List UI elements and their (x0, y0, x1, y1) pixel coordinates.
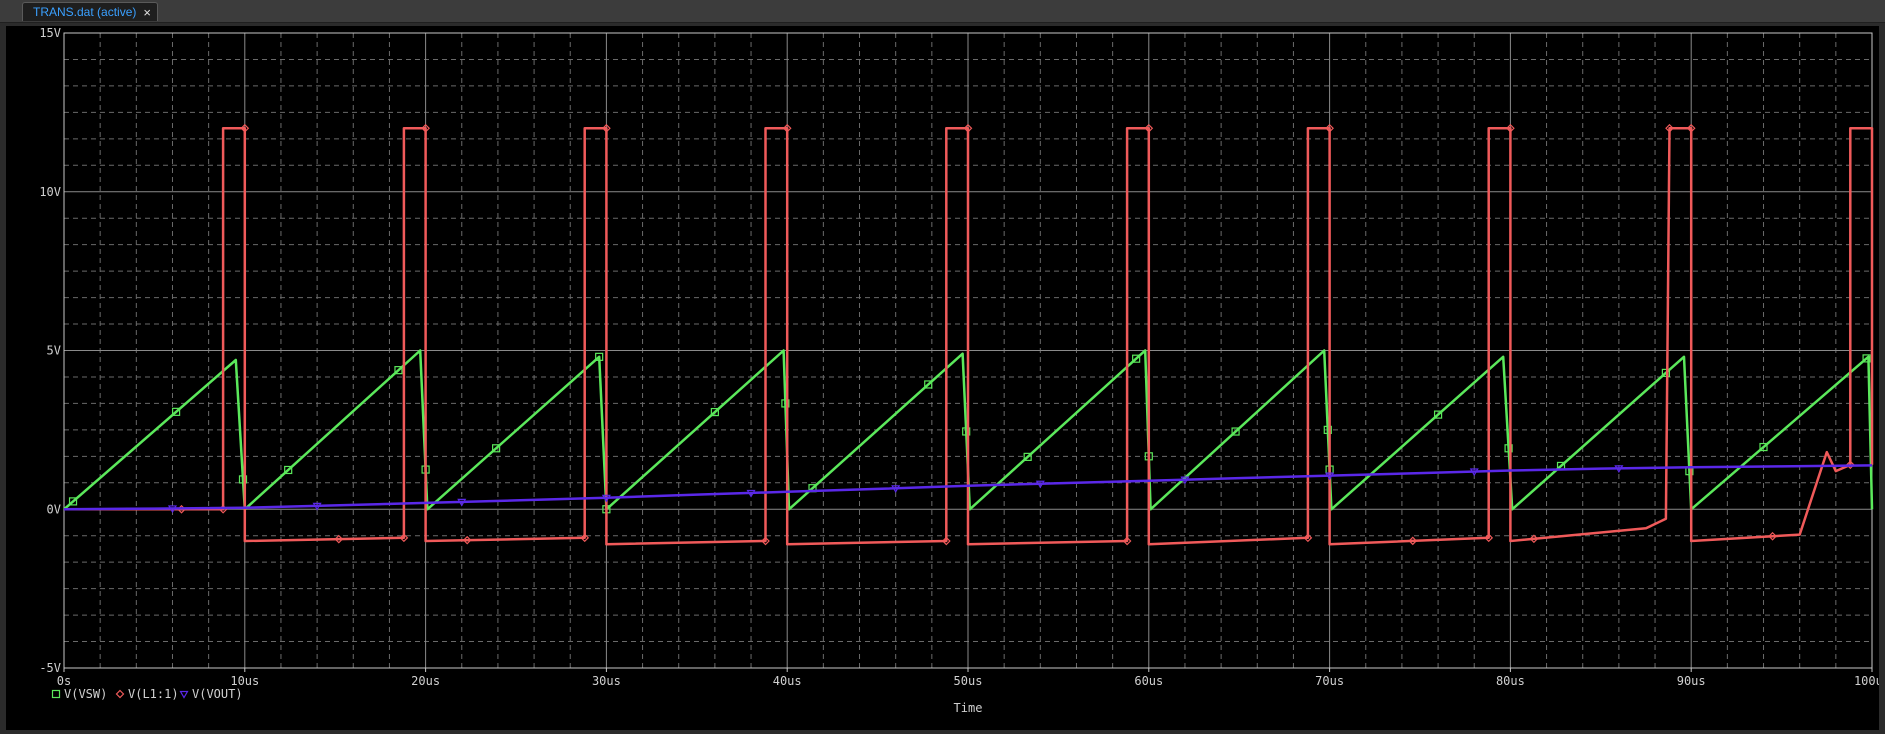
plot-window: 0s 10us 20us 30us 40us 50us 60us 70us 80us 90us 10… (6, 26, 1879, 730)
x-tick-label: 40us (773, 674, 802, 688)
x-tick-label: 50us (954, 674, 983, 688)
x-tick-label: 70us (1315, 674, 1344, 688)
legend-label-v-vout: V(VOUT) (192, 687, 243, 701)
x-tick-label: 30us (592, 674, 621, 688)
x-tick-label: 80us (1496, 674, 1525, 688)
y-tick-label: -5V (39, 661, 61, 675)
legend[interactable]: V(VSW) V(L1:1) V(VOUT) (51, 687, 243, 701)
x-tick-label: 60us (1134, 674, 1163, 688)
legend-marker-v-vsw (51, 689, 61, 699)
x-tick-label: 0s (57, 674, 71, 688)
y-tick-label: 0V (47, 502, 61, 516)
x-tick-label: 10us (230, 674, 259, 688)
x-tick-label: 100us (1854, 674, 1879, 688)
y-tick-label: 10V (39, 185, 61, 199)
y-tick-label: 5V (47, 344, 61, 358)
tab-label: TRANS.dat (active) (33, 5, 137, 19)
close-icon[interactable]: × (143, 3, 151, 22)
x-axis-label: Time (954, 701, 983, 715)
legend-marker-v-l1-1 (115, 689, 125, 699)
tab-trans-dat[interactable]: TRANS.dat (active) × (22, 2, 158, 21)
y-tick-label: 15V (39, 26, 61, 40)
legend-marker-v-vout (179, 690, 189, 699)
series-line-v-l1-1 (64, 127, 1874, 546)
legend-label-v-l1-1: V(L1:1) (128, 687, 179, 701)
legend-label-v-vsw: V(VSW) (64, 687, 107, 701)
tab-bar: TRANS.dat (active) × (0, 0, 1885, 23)
x-tick-label: 90us (1677, 674, 1706, 688)
x-tick-label: 20us (411, 674, 440, 688)
chart-canvas: 0s 10us 20us 30us 40us 50us 60us 70us 80us 90us 10… (39, 26, 1879, 715)
series-layer (63, 123, 1874, 546)
